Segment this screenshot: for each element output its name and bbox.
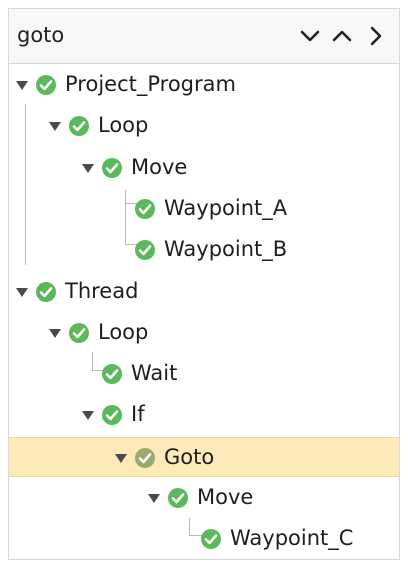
check-icon <box>68 115 90 137</box>
tree-node-if[interactable]: If <box>9 395 399 435</box>
expand-arrow-icon[interactable] <box>81 408 95 422</box>
expand-arrow-icon[interactable] <box>48 326 62 340</box>
tree-node-label: Move <box>131 154 188 179</box>
tree-node-label: Loop <box>98 113 149 138</box>
tree-node-wait[interactable]: Wait <box>9 354 399 394</box>
tree-node-label: Loop <box>98 319 149 344</box>
tree-node-waypoint-a[interactable]: Waypoint_A <box>9 189 399 229</box>
check-icon <box>35 74 57 96</box>
check-icon <box>35 281 57 303</box>
check-icon <box>101 363 123 385</box>
expand-arrow-icon[interactable] <box>114 451 128 465</box>
chevron-up-icon[interactable] <box>331 25 353 47</box>
expand-arrow-icon[interactable] <box>81 161 95 175</box>
check-icon <box>68 322 90 344</box>
chevron-down-icon[interactable] <box>299 25 321 47</box>
check-icon <box>101 404 123 426</box>
tree-node-project-program[interactable]: Project_Program <box>9 65 399 105</box>
program-tree: Project_Program Loop Move Waypoint_A Waypoin… <box>9 64 399 560</box>
tree-node-thread[interactable]: Thread <box>9 272 399 312</box>
tree-node-move[interactable]: Move <box>9 478 399 518</box>
check-icon <box>167 487 189 509</box>
tree-node-label: Waypoint_B <box>164 237 288 262</box>
check-icon <box>134 239 156 261</box>
expand-arrow-icon[interactable] <box>147 491 161 505</box>
tree-node-label: Waypoint_A <box>164 195 288 220</box>
expand-arrow-icon[interactable] <box>48 119 62 133</box>
tree-node-label: Wait <box>131 361 178 386</box>
expand-arrow-icon[interactable] <box>15 78 29 92</box>
check-icon <box>134 198 156 220</box>
chevron-right-icon[interactable] <box>365 25 387 47</box>
tree-node-move[interactable]: Move <box>9 148 399 188</box>
tree-node-goto[interactable]: Goto <box>9 436 399 477</box>
search-bar: goto <box>9 9 399 64</box>
tree-node-label: Project_Program <box>65 72 236 96</box>
program-tree-panel: goto Project_Program Loop Move Waypoint_A Wa… <box>8 8 400 560</box>
check-icon <box>134 447 156 469</box>
tree-node-label: If <box>131 402 145 427</box>
check-icon <box>200 528 222 550</box>
search-input[interactable]: goto <box>17 23 64 47</box>
tree-node-waypoint-c[interactable]: Waypoint_C <box>9 519 399 559</box>
tree-node-loop[interactable]: Loop <box>9 106 399 146</box>
tree-node-label: Move <box>197 485 254 509</box>
tree-node-loop[interactable]: Loop <box>9 313 399 353</box>
tree-node-label: Goto <box>164 444 215 469</box>
expand-arrow-icon[interactable] <box>15 285 29 299</box>
tree-node-label: Waypoint_C <box>230 526 354 551</box>
tree-node-label: Thread <box>65 278 139 303</box>
tree-node-waypoint-b[interactable]: Waypoint_B <box>9 230 399 270</box>
check-icon <box>101 157 123 179</box>
